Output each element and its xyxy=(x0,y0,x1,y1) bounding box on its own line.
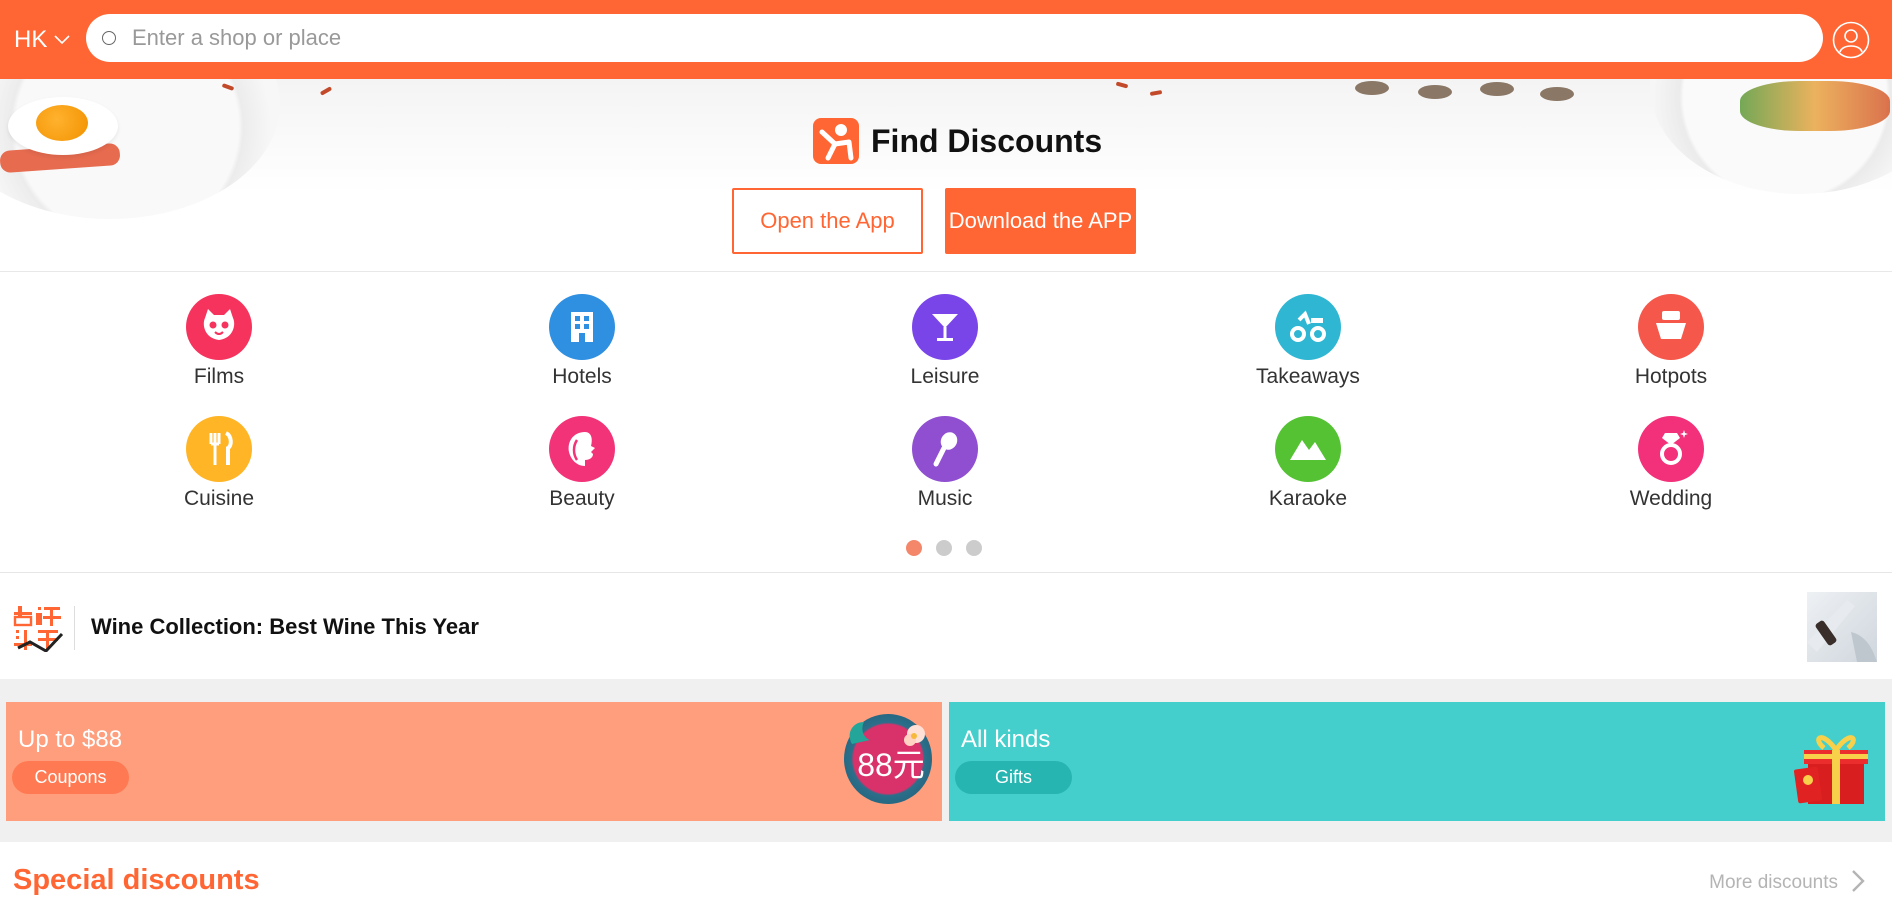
coupons-card[interactable]: Up to $88 Coupons 88元 xyxy=(6,702,942,821)
fried-egg xyxy=(8,97,118,155)
building-icon xyxy=(549,294,615,360)
coupon-amount: 88元 xyxy=(857,747,925,783)
section-title: Special discounts xyxy=(13,864,260,896)
face-profile-icon xyxy=(549,416,615,482)
category-label: Beauty xyxy=(549,487,615,510)
headline-title: Wine Collection: Best Wine This Year xyxy=(91,614,479,639)
category-karaoke[interactable]: Karaoke xyxy=(1228,416,1388,511)
category-hotpots[interactable]: Hotpots xyxy=(1591,294,1751,389)
pager-dot-active[interactable] xyxy=(906,540,922,556)
dianping-headlines-logo xyxy=(13,606,64,652)
mushroom xyxy=(1480,82,1514,96)
chevron-down-icon xyxy=(54,35,70,45)
top-bar: HK xyxy=(0,0,1892,79)
more-discounts-link[interactable]: More discounts xyxy=(1709,872,1838,894)
spice xyxy=(319,86,333,96)
cat-face-icon xyxy=(186,294,252,360)
category-label: Takeaways xyxy=(1256,365,1360,388)
page-title: Find Discounts xyxy=(871,122,1103,159)
user-icon[interactable] xyxy=(1832,21,1870,59)
salad xyxy=(1740,81,1890,131)
coupon-88-badge: 88元 xyxy=(844,714,932,804)
special-discounts-header: Special discounts More discounts xyxy=(0,842,1892,911)
city-label: HK xyxy=(14,26,48,53)
brand-heading: Find Discounts xyxy=(813,118,1102,164)
search-bar[interactable] xyxy=(86,14,1823,62)
section-gap xyxy=(0,826,1892,842)
chevron-right-icon[interactable] xyxy=(1849,868,1867,894)
ring-icon xyxy=(1638,416,1704,482)
microphone-icon xyxy=(912,416,978,482)
spice xyxy=(1149,89,1163,97)
category-music[interactable]: Music xyxy=(865,416,1025,511)
category-leisure[interactable]: Leisure xyxy=(865,294,1025,389)
category-label: Hotels xyxy=(552,365,612,388)
divider xyxy=(74,606,75,650)
mushroom xyxy=(1540,87,1574,101)
section-gap xyxy=(0,679,1892,700)
gifts-button[interactable]: Gifts xyxy=(955,761,1072,794)
category-takeaways[interactable]: Takeaways xyxy=(1228,294,1388,389)
mountain-icon xyxy=(1275,416,1341,482)
category-grid: Films Hotels Leisure Takeaways Hotpots C… xyxy=(0,273,1892,573)
category-label: Films xyxy=(193,365,245,388)
mushroom xyxy=(1418,85,1452,99)
search-input[interactable] xyxy=(132,25,1732,51)
gift-box-icon xyxy=(1794,735,1868,804)
pager-dot[interactable] xyxy=(936,540,952,556)
category-label: Cuisine xyxy=(183,487,255,510)
category-label: Hotpots xyxy=(1634,365,1708,388)
spice xyxy=(1115,81,1129,89)
gifts-card[interactable]: All kinds Gifts xyxy=(949,702,1885,821)
category-label: Karaoke xyxy=(1268,487,1348,510)
fork-knife-icon xyxy=(186,416,252,482)
dianping-logo-icon xyxy=(813,118,859,164)
news-headline[interactable]: Wine Collection: Best Wine This Year xyxy=(0,574,1892,679)
category-label: Music xyxy=(917,487,973,510)
mushroom xyxy=(1355,81,1389,95)
category-label: Wedding xyxy=(1629,487,1713,510)
category-beauty[interactable]: Beauty xyxy=(502,416,662,511)
city-selector[interactable]: HK xyxy=(14,26,71,54)
search-icon xyxy=(102,31,116,45)
download-app-button[interactable]: Download the APP xyxy=(945,188,1136,254)
promo-title: All kinds xyxy=(961,726,1051,753)
category-hotels[interactable]: Hotels xyxy=(502,294,662,389)
hotpot-icon xyxy=(1638,294,1704,360)
promo-title: Up to $88 xyxy=(18,726,123,753)
category-films[interactable]: Films xyxy=(139,294,299,389)
open-app-button[interactable]: Open the App xyxy=(732,188,923,254)
coupons-button[interactable]: Coupons xyxy=(12,761,129,794)
scooter-icon xyxy=(1275,294,1341,360)
category-label: Leisure xyxy=(910,365,980,388)
cocktail-icon xyxy=(912,294,978,360)
wine-thumbnail xyxy=(1807,592,1877,662)
pager-dot[interactable] xyxy=(966,540,982,556)
category-wedding[interactable]: Wedding xyxy=(1591,416,1751,511)
category-cuisine[interactable]: Cuisine xyxy=(139,416,299,511)
carousel-pager xyxy=(906,540,982,556)
promo-section: Up to $88 Coupons 88元 All kinds Gifts xyxy=(0,700,1892,826)
